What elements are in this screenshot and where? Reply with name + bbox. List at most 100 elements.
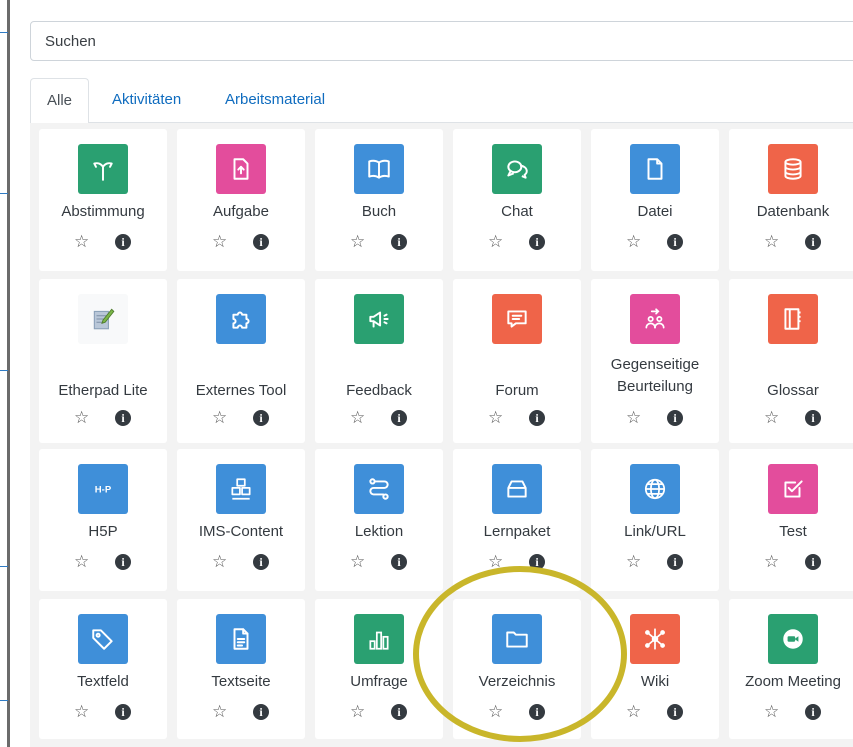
module-card-verzeichnis[interactable]: Verzeichnis ☆ i: [453, 599, 581, 739]
folder-icon: [492, 614, 542, 664]
search-box[interactable]: [30, 21, 853, 61]
module-card-zoom-meeting[interactable]: Zoom Meeting ☆ i: [729, 599, 853, 739]
star-icon[interactable]: ☆: [212, 233, 227, 251]
info-icon[interactable]: i: [667, 704, 683, 720]
info-icon[interactable]: i: [391, 410, 407, 426]
module-name: Buch: [361, 203, 397, 220]
tab-resources[interactable]: Arbeitsmaterial: [209, 78, 341, 123]
module-card-test[interactable]: Test ☆ i: [729, 449, 853, 591]
star-icon[interactable]: ☆: [488, 409, 503, 427]
megaphone-icon: [354, 294, 404, 344]
module-card-datenbank[interactable]: Datenbank ☆ i: [729, 129, 853, 271]
info-icon[interactable]: i: [115, 410, 131, 426]
info-icon[interactable]: i: [391, 234, 407, 250]
star-icon[interactable]: ☆: [626, 409, 641, 427]
tab-all[interactable]: Alle: [30, 78, 90, 124]
h5p-icon: H-P: [78, 464, 128, 514]
module-name: Link/URL: [624, 523, 686, 540]
info-icon[interactable]: i: [391, 704, 407, 720]
module-card-externes-tool[interactable]: Externes Tool ☆ i: [177, 279, 305, 443]
file-upload-icon: [216, 144, 266, 194]
module-card-lektion[interactable]: Lektion ☆ i: [315, 449, 443, 591]
module-card-link-url[interactable]: Link/URL ☆ i: [591, 449, 719, 591]
module-card-feedback[interactable]: Feedback ☆ i: [315, 279, 443, 443]
tab-activities[interactable]: Aktivitäten: [96, 78, 197, 123]
tag-icon: [78, 614, 128, 664]
info-icon[interactable]: i: [253, 234, 269, 250]
strip-line: [0, 700, 8, 701]
star-icon[interactable]: ☆: [212, 703, 227, 721]
module-card-glossar[interactable]: Glossar ☆ i: [729, 279, 853, 443]
checkbox-icon: [768, 464, 818, 514]
module-card-textfeld[interactable]: Textfeld ☆ i: [39, 599, 167, 739]
tab-bar: Alle Aktivitäten Arbeitsmaterial: [30, 78, 853, 124]
star-icon[interactable]: ☆: [350, 553, 365, 571]
module-card-aufgabe[interactable]: Aufgabe ☆ i: [177, 129, 305, 271]
info-icon[interactable]: i: [115, 234, 131, 250]
glossary-icon: [768, 294, 818, 344]
info-icon[interactable]: i: [667, 410, 683, 426]
star-icon[interactable]: ☆: [350, 409, 365, 427]
star-icon[interactable]: ☆: [626, 703, 641, 721]
star-icon[interactable]: ☆: [764, 409, 779, 427]
star-icon[interactable]: ☆: [74, 553, 89, 571]
info-icon[interactable]: i: [529, 704, 545, 720]
info-icon[interactable]: i: [667, 554, 683, 570]
star-icon[interactable]: ☆: [74, 409, 89, 427]
zoom-camera-icon: [768, 614, 818, 664]
wiki-network-icon: [630, 614, 680, 664]
module-card-abstimmung[interactable]: Abstimmung ☆ i: [39, 129, 167, 271]
info-icon[interactable]: i: [805, 704, 821, 720]
module-card-gegenseitige-beurteilung[interactable]: Gegenseitige Beurteilung ☆ i: [591, 279, 719, 443]
star-icon[interactable]: ☆: [212, 553, 227, 571]
star-icon[interactable]: ☆: [74, 703, 89, 721]
info-icon[interactable]: i: [667, 234, 683, 250]
star-icon[interactable]: ☆: [212, 409, 227, 427]
info-icon[interactable]: i: [115, 704, 131, 720]
module-card-wiki[interactable]: Wiki ☆ i: [591, 599, 719, 739]
info-icon[interactable]: i: [115, 554, 131, 570]
star-icon[interactable]: ☆: [74, 233, 89, 251]
module-name: Glossar: [767, 382, 819, 399]
star-icon[interactable]: ☆: [626, 233, 641, 251]
module-card-umfrage[interactable]: Umfrage ☆ i: [315, 599, 443, 739]
chat-bubbles-icon: [492, 144, 542, 194]
star-icon[interactable]: ☆: [764, 703, 779, 721]
module-card-buch[interactable]: Buch ☆ i: [315, 129, 443, 271]
svg-text:H-P: H-P: [95, 484, 112, 495]
info-icon[interactable]: i: [253, 554, 269, 570]
activity-chooser-panel: Alle Aktivitäten Arbeitsmaterial Abstimm…: [14, 0, 853, 747]
module-card-textseite[interactable]: Textseite ☆ i: [177, 599, 305, 739]
star-icon[interactable]: ☆: [488, 703, 503, 721]
database-icon: [768, 144, 818, 194]
info-icon[interactable]: i: [805, 410, 821, 426]
module-card-lernpaket[interactable]: Lernpaket ☆ i: [453, 449, 581, 591]
module-card-datei[interactable]: Datei ☆ i: [591, 129, 719, 271]
star-icon[interactable]: ☆: [626, 553, 641, 571]
module-card-chat[interactable]: Chat ☆ i: [453, 129, 581, 271]
info-icon[interactable]: i: [805, 234, 821, 250]
star-icon[interactable]: ☆: [350, 703, 365, 721]
module-card-h5p[interactable]: H-P H5P ☆ i: [39, 449, 167, 591]
star-icon[interactable]: ☆: [350, 233, 365, 251]
module-name: Aufgabe: [213, 203, 269, 220]
module-name: Verzeichnis: [478, 673, 556, 690]
info-icon[interactable]: i: [529, 234, 545, 250]
workshop-icon: [630, 294, 680, 344]
info-icon[interactable]: i: [529, 554, 545, 570]
module-card-forum[interactable]: Forum ☆ i: [453, 279, 581, 443]
info-icon[interactable]: i: [253, 704, 269, 720]
background-page-strip: [0, 0, 10, 747]
star-icon[interactable]: ☆: [764, 233, 779, 251]
info-icon[interactable]: i: [805, 554, 821, 570]
info-icon[interactable]: i: [391, 554, 407, 570]
search-input[interactable]: [31, 22, 853, 60]
star-icon[interactable]: ☆: [764, 553, 779, 571]
module-card-etherpad-lite[interactable]: Etherpad Lite ☆ i: [39, 279, 167, 443]
star-icon[interactable]: ☆: [488, 553, 503, 571]
info-icon[interactable]: i: [253, 410, 269, 426]
info-icon[interactable]: i: [529, 410, 545, 426]
module-name: Feedback: [346, 382, 412, 399]
star-icon[interactable]: ☆: [488, 233, 503, 251]
module-card-ims-content[interactable]: IMS-Content ☆ i: [177, 449, 305, 591]
